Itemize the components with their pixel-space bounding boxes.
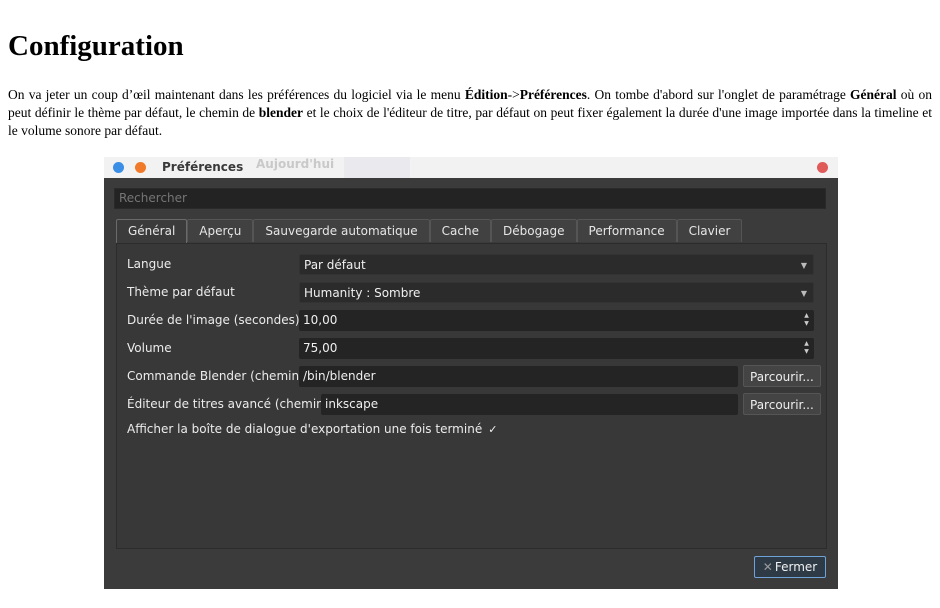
chevron-down-icon: ▼ — [800, 261, 807, 270]
window-dot-orange-icon[interactable] — [135, 162, 146, 173]
close-button[interactable]: ✕ Fermer — [754, 556, 826, 578]
para-bold-preferences: Préférences — [519, 87, 587, 102]
theme-value: Humanity : Sombre — [304, 286, 421, 300]
para-bold-edition: Édition — [464, 87, 508, 102]
theme-select[interactable]: Humanity : Sombre ▼ — [299, 282, 814, 303]
para-text: . On tombe d'abord sur l'onglet de param… — [586, 87, 851, 102]
intro-paragraph: On va jeter un coup d’œil maintenant dan… — [8, 86, 932, 140]
volume-spinbox[interactable]: 75,00 ▲ ▼ — [299, 338, 814, 359]
window-dot-blue-icon[interactable] — [113, 162, 124, 173]
tab-apercu[interactable]: Aperçu — [187, 219, 254, 242]
language-label: Langue — [127, 257, 172, 271]
editor-browse-button[interactable]: Parcourir... — [743, 393, 821, 415]
background-window-text: Aujourd'hui — [256, 157, 335, 171]
tab-debug[interactable]: Débogage — [490, 219, 577, 242]
volume-value: 75,00 — [303, 341, 338, 355]
para-bold-blender: blender — [258, 105, 303, 120]
duration-label: Durée de l'image (secondes) — [127, 313, 300, 327]
close-button-label: Fermer — [774, 560, 818, 574]
spin-arrows-icon[interactable]: ▲ ▼ — [802, 340, 811, 356]
blender-label: Commande Blender (chemin) — [127, 369, 304, 383]
volume-label: Volume — [127, 341, 172, 355]
window-titlebar[interactable]: Préférences Aujourd'hui — [104, 157, 838, 178]
tab-autosave[interactable]: Sauvegarde automatique — [253, 219, 430, 242]
general-panel: Langue Par défaut ▼ Thème par défaut Hum… — [116, 243, 827, 549]
para-bold-general: Général — [850, 87, 897, 102]
duration-spinbox[interactable]: 10,00 ▲ ▼ — [299, 310, 814, 331]
search-input[interactable] — [114, 188, 826, 209]
language-select[interactable]: Par défaut ▼ — [299, 254, 814, 275]
window-title: Préférences — [162, 160, 244, 174]
theme-label: Thème par défaut — [127, 285, 235, 299]
tab-keyboard[interactable]: Clavier — [676, 219, 743, 242]
para-text: -> — [507, 87, 520, 102]
editor-label: Éditeur de titres avancé (chemin) — [127, 397, 329, 411]
preferences-window: Préférences Aujourd'hui Général Aperçu S… — [104, 157, 838, 589]
blender-browse-button[interactable]: Parcourir... — [743, 365, 821, 387]
tab-cache[interactable]: Cache — [429, 219, 491, 242]
editor-path-input[interactable]: inkscape — [321, 394, 738, 415]
background-window-thumbnail — [344, 157, 410, 178]
para-text: On va jeter un coup d’œil maintenant dan… — [8, 87, 465, 102]
duration-value: 10,00 — [303, 313, 338, 327]
tab-performance[interactable]: Performance — [576, 219, 677, 242]
export-dialog-checkbox[interactable]: ✓ — [488, 419, 497, 440]
tab-general[interactable]: Général — [116, 219, 188, 244]
blender-path-input[interactable]: /bin/blender — [299, 366, 738, 387]
tab-bar: Général Aperçu Sauvegarde automatique Ca… — [116, 219, 743, 244]
language-value: Par défaut — [304, 258, 366, 272]
export-dialog-label: Afficher la boîte de dialogue d'exportat… — [127, 422, 483, 436]
window-close-icon[interactable] — [817, 162, 828, 173]
spin-arrows-icon[interactable]: ▲ ▼ — [802, 312, 811, 328]
export-dialog-row: Afficher la boîte de dialogue d'exportat… — [127, 419, 497, 440]
chevron-down-icon: ▼ — [800, 289, 807, 298]
x-icon: ✕ — [762, 560, 773, 574]
page-title: Configuration — [8, 30, 184, 62]
